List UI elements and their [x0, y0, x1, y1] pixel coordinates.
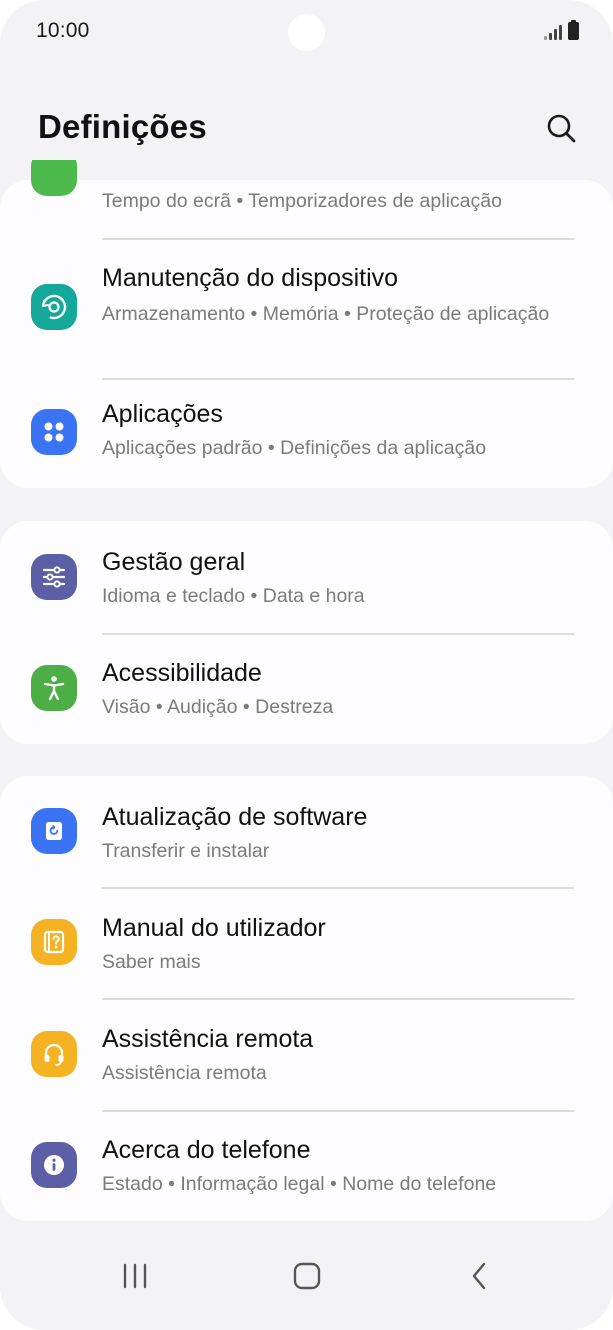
settings-item-screen-time[interactable]: Tempo do ecrã • Temporizadores de aplica… [0, 160, 613, 238]
settings-list[interactable]: Tempo do ecrã • Temporizadores de aplica… [0, 160, 613, 1235]
item-title: Manutenção do dispositivo [102, 264, 399, 292]
settings-item-accessibility[interactable]: Acessibilidade Visão • Audição • Destrez… [0, 634, 613, 744]
search-icon[interactable] [545, 112, 577, 144]
item-title: Aplicações [102, 400, 223, 428]
settings-item-software-update[interactable]: Atualização de software Transferir e ins… [0, 776, 613, 887]
item-subtitle: Transferir e instalar [102, 840, 270, 862]
item-title: Manual do utilizador [102, 914, 326, 942]
status-time: 10:00 [36, 19, 90, 42]
apps-icon [31, 409, 77, 455]
settings-card-3: Atualização de software Transferir e ins… [0, 776, 613, 1221]
home-icon[interactable] [277, 1253, 337, 1299]
item-subtitle: Estado • Informação legal • Nome do tele… [102, 1173, 497, 1195]
settings-card-1: Tempo do ecrã • Temporizadores de aplica… [0, 160, 613, 488]
headset-icon [31, 1031, 77, 1077]
front-camera [288, 14, 325, 51]
item-subtitle: Aplicações padrão • Definições da aplica… [102, 437, 487, 459]
item-title: Acerca do telefone [102, 1136, 311, 1164]
item-title: Assistência remota [102, 1025, 314, 1053]
user-manual-icon [31, 919, 77, 965]
page-title: Definições [38, 108, 207, 145]
settings-item-general-management[interactable]: Gestão geral Idioma e teclado • Data e h… [0, 521, 613, 633]
navigation-bar [0, 1235, 613, 1330]
item-subtitle: Saber mais [102, 951, 201, 973]
signal-icon [544, 24, 562, 40]
info-icon [31, 1142, 77, 1188]
settings-item-about-phone[interactable]: Acerca do telefone Estado • Informação l… [0, 1111, 613, 1221]
battery-icon [568, 20, 579, 40]
settings-item-apps[interactable]: Aplicações Aplicações padrão • Definiçõe… [0, 380, 613, 488]
header: Definições [0, 100, 613, 160]
phone-screen: 10:00 Definições Tempo do ecrã • Tempori… [0, 0, 613, 1330]
item-subtitle: Visão • Audição • Destreza [102, 696, 334, 718]
item-subtitle: Idioma e teclado • Data e hora [102, 585, 365, 607]
status-bar: 10:00 [0, 0, 613, 66]
item-subtitle: Armazenamento • Memória • Proteção de ap… [102, 303, 550, 325]
settings-item-device-care[interactable]: Manutenção do dispositivo Armazenamento … [0, 240, 613, 378]
settings-item-remote-support[interactable]: Assistência remota Assistência remota [0, 999, 613, 1110]
item-subtitle: Tempo do ecrã • Temporizadores de aplica… [102, 190, 502, 212]
device-care-icon [31, 284, 77, 330]
recents-icon[interactable] [105, 1253, 165, 1299]
settings-card-2: Gestão geral Idioma e teclado • Data e h… [0, 521, 613, 744]
item-subtitle: Assistência remota [102, 1062, 267, 1084]
settings-item-user-manual[interactable]: Manual do utilizador Saber mais [0, 888, 613, 998]
item-title: Atualização de software [102, 803, 368, 831]
item-title: Gestão geral [102, 548, 246, 576]
status-icons [544, 20, 579, 40]
sliders-icon [31, 554, 77, 600]
back-icon[interactable] [449, 1253, 509, 1299]
accessibility-icon [31, 665, 77, 711]
software-update-icon [31, 808, 77, 854]
item-title: Acessibilidade [102, 659, 262, 687]
screen-time-icon [31, 160, 77, 196]
